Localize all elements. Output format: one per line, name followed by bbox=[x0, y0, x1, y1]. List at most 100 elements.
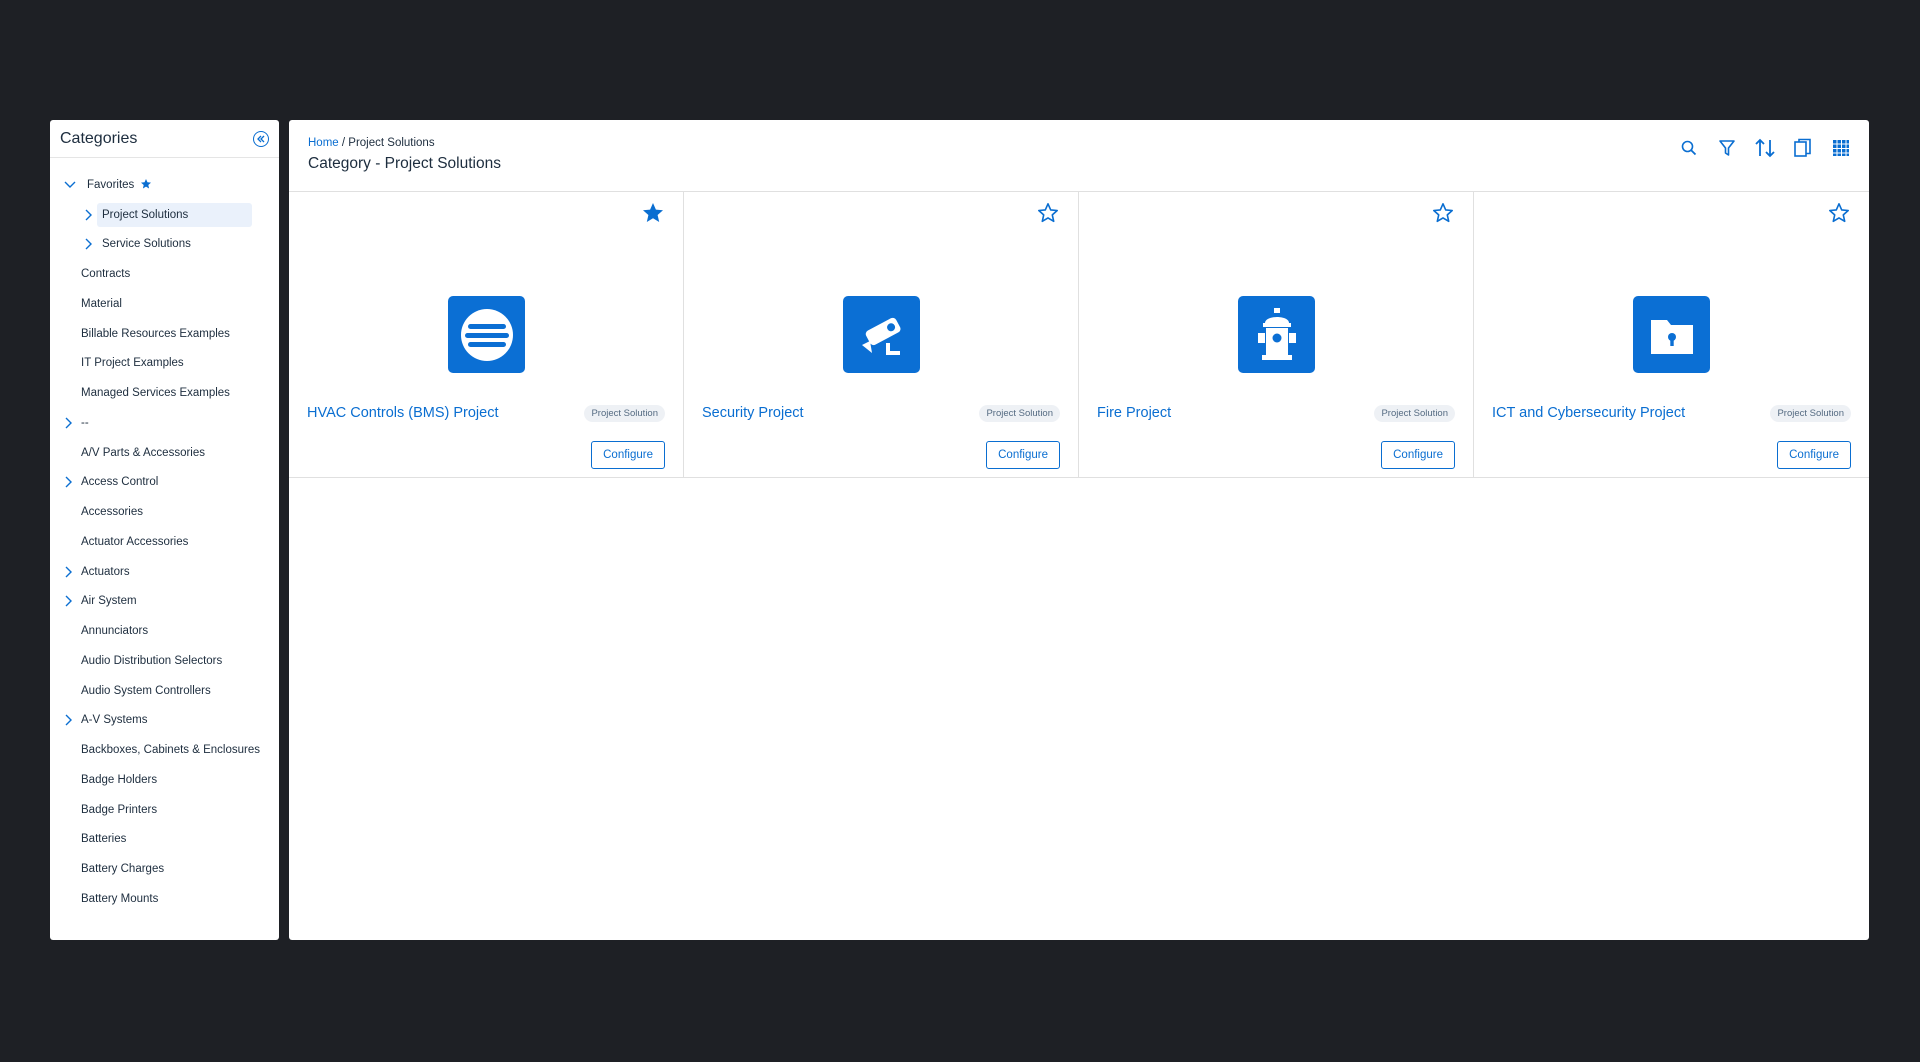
tree-item-actuator-accessories[interactable]: Actuator Accessories bbox=[50, 527, 279, 557]
star-outline-icon[interactable] bbox=[1827, 201, 1851, 230]
tree-item-label: Battery Mounts bbox=[81, 892, 159, 905]
card-title[interactable]: HVAC Controls (BMS) Project bbox=[307, 405, 499, 421]
tree-item-audio-distribution[interactable]: Audio Distribution Selectors bbox=[50, 646, 279, 676]
chevron-right-icon[interactable] bbox=[63, 595, 75, 607]
tree-item-material[interactable]: Material bbox=[50, 289, 279, 319]
tree-item-it-project-examples[interactable]: IT Project Examples bbox=[50, 349, 279, 379]
tree-item-batteries[interactable]: Batteries bbox=[50, 825, 279, 855]
card-title[interactable]: ICT and Cybersecurity Project bbox=[1492, 405, 1685, 421]
tree-item-audio-system-controllers[interactable]: Audio System Controllers bbox=[50, 676, 279, 706]
star-filled-icon bbox=[140, 178, 152, 193]
tree-item-managed-services[interactable]: Managed Services Examples bbox=[50, 378, 279, 408]
card-grid: HVAC Controls (BMS) Project Project Solu… bbox=[289, 192, 1869, 478]
solution-card[interactable]: HVAC Controls (BMS) Project Project Solu… bbox=[289, 192, 684, 477]
chevron-right-icon[interactable] bbox=[63, 566, 75, 578]
tree-item-access-control[interactable]: Access Control bbox=[50, 468, 279, 498]
tree-item-label: Audio System Controllers bbox=[81, 684, 211, 697]
breadcrumb: Home / Project Solutions bbox=[308, 137, 1869, 149]
chevron-down-icon[interactable] bbox=[64, 179, 76, 191]
tree-item-label: Battery Charges bbox=[81, 863, 165, 876]
fire-hydrant-icon bbox=[1238, 296, 1315, 373]
page-header: Home / Project Solutions Category - Proj… bbox=[289, 120, 1869, 192]
tree-item-badge-holders[interactable]: Badge Holders bbox=[50, 765, 279, 795]
grid-view-icon[interactable] bbox=[1829, 136, 1853, 160]
tree-item-av-systems[interactable]: A-V Systems bbox=[50, 706, 279, 736]
chevron-right-icon[interactable] bbox=[63, 417, 75, 429]
tree-item-separator[interactable]: -- bbox=[50, 408, 279, 438]
tree-item-label: A-V Systems bbox=[81, 714, 148, 727]
solution-card[interactable]: Security Project Project Solution Config… bbox=[684, 192, 1079, 477]
sort-icon[interactable] bbox=[1753, 136, 1777, 160]
tree-item-label: Managed Services Examples bbox=[81, 387, 230, 400]
configure-button[interactable]: Configure bbox=[1777, 441, 1851, 469]
tree-item-label: Badge Printers bbox=[81, 803, 158, 816]
star-outline-icon[interactable] bbox=[1431, 201, 1455, 230]
configure-button[interactable]: Configure bbox=[591, 441, 665, 469]
configure-button[interactable]: Configure bbox=[986, 441, 1060, 469]
collapse-sidebar-icon[interactable] bbox=[253, 130, 269, 147]
tree-item-label: Badge Holders bbox=[81, 773, 158, 786]
tree-item-battery-charges[interactable]: Battery Charges bbox=[50, 854, 279, 884]
chevron-right-icon[interactable] bbox=[83, 209, 95, 221]
tree-item-badge-printers[interactable]: Badge Printers bbox=[50, 795, 279, 825]
breadcrumb-home-link[interactable]: Home bbox=[308, 137, 339, 149]
tree-item-label: Favorites bbox=[87, 178, 135, 191]
tree-item-battery-mounts[interactable]: Battery Mounts bbox=[50, 884, 279, 914]
filter-icon[interactable] bbox=[1715, 136, 1739, 160]
hvac-icon bbox=[448, 296, 525, 373]
configure-button[interactable]: Configure bbox=[1381, 441, 1455, 469]
chevron-right-icon[interactable] bbox=[63, 476, 75, 488]
tree-item-label: Project Solutions bbox=[102, 208, 189, 221]
solution-card[interactable]: Fire Project Project Solution Configure bbox=[1079, 192, 1474, 477]
tree-item-label: Contracts bbox=[81, 268, 131, 281]
chevron-right-icon[interactable] bbox=[63, 714, 75, 726]
star-outline-icon[interactable] bbox=[1036, 201, 1060, 230]
breadcrumb-separator: / bbox=[338, 137, 349, 149]
security-camera-icon bbox=[843, 296, 920, 373]
card-title[interactable]: Fire Project bbox=[1097, 405, 1171, 421]
solution-card[interactable]: ICT and Cybersecurity Project Project So… bbox=[1474, 192, 1869, 477]
tree-item-contracts[interactable]: Contracts bbox=[50, 259, 279, 289]
tree-item-service-solutions[interactable]: Service Solutions bbox=[50, 230, 279, 260]
category-tree: Favorites Project Solutions Service Solu… bbox=[50, 158, 279, 914]
tree-item-label: Actuator Accessories bbox=[81, 535, 189, 548]
tree-item-accessories[interactable]: Accessories bbox=[50, 497, 279, 527]
tree-item-backboxes[interactable]: Backboxes, Cabinets & Enclosures bbox=[50, 735, 279, 765]
secure-folder-icon bbox=[1633, 296, 1710, 373]
breadcrumb-current: Project Solutions bbox=[348, 137, 435, 149]
copy-icon[interactable] bbox=[1791, 136, 1815, 160]
main-panel: Home / Project Solutions Category - Proj… bbox=[289, 120, 1869, 940]
tree-item-label: Audio Distribution Selectors bbox=[81, 654, 223, 667]
tree-item-label: Service Solutions bbox=[102, 238, 191, 251]
tree-item-label: Batteries bbox=[81, 833, 127, 846]
status-badge: Project Solution bbox=[1770, 405, 1851, 422]
tree-item-label: Actuators bbox=[81, 565, 130, 578]
tree-item-project-solutions[interactable]: Project Solutions bbox=[50, 200, 279, 230]
star-filled-icon[interactable] bbox=[641, 201, 665, 230]
tree-item-av-parts[interactable]: A/V Parts & Accessories bbox=[50, 438, 279, 468]
tree-item-label: Air System bbox=[81, 595, 137, 608]
tree-item-actuators[interactable]: Actuators bbox=[50, 557, 279, 587]
tree-item-label: Annunciators bbox=[81, 625, 149, 638]
chevron-right-icon[interactable] bbox=[83, 238, 95, 250]
tree-item-label: -- bbox=[81, 416, 89, 429]
tree-item-favorites[interactable]: Favorites bbox=[50, 170, 279, 200]
sidebar-header: Categories bbox=[50, 120, 279, 158]
sidebar-title: Categories bbox=[60, 129, 138, 147]
categories-sidebar: Categories Favorites Project Solutions S… bbox=[50, 120, 279, 940]
status-badge: Project Solution bbox=[584, 405, 665, 422]
card-title[interactable]: Security Project bbox=[702, 405, 804, 421]
tree-item-air-system[interactable]: Air System bbox=[50, 587, 279, 617]
tree-item-label: Access Control bbox=[81, 476, 159, 489]
tree-item-label: Accessories bbox=[81, 506, 143, 519]
tree-item-label: Billable Resources Examples bbox=[81, 327, 230, 340]
page-title: Category - Project Solutions bbox=[308, 155, 501, 172]
tree-item-label: Backboxes, Cabinets & Enclosures bbox=[81, 744, 260, 757]
status-badge: Project Solution bbox=[979, 405, 1060, 422]
tree-item-label: Material bbox=[81, 297, 122, 310]
toolbar bbox=[1677, 136, 1853, 160]
tree-item-annunciators[interactable]: Annunciators bbox=[50, 616, 279, 646]
tree-item-billable-resources[interactable]: Billable Resources Examples bbox=[50, 319, 279, 349]
tree-item-label: IT Project Examples bbox=[81, 357, 184, 370]
search-icon[interactable] bbox=[1677, 136, 1701, 160]
